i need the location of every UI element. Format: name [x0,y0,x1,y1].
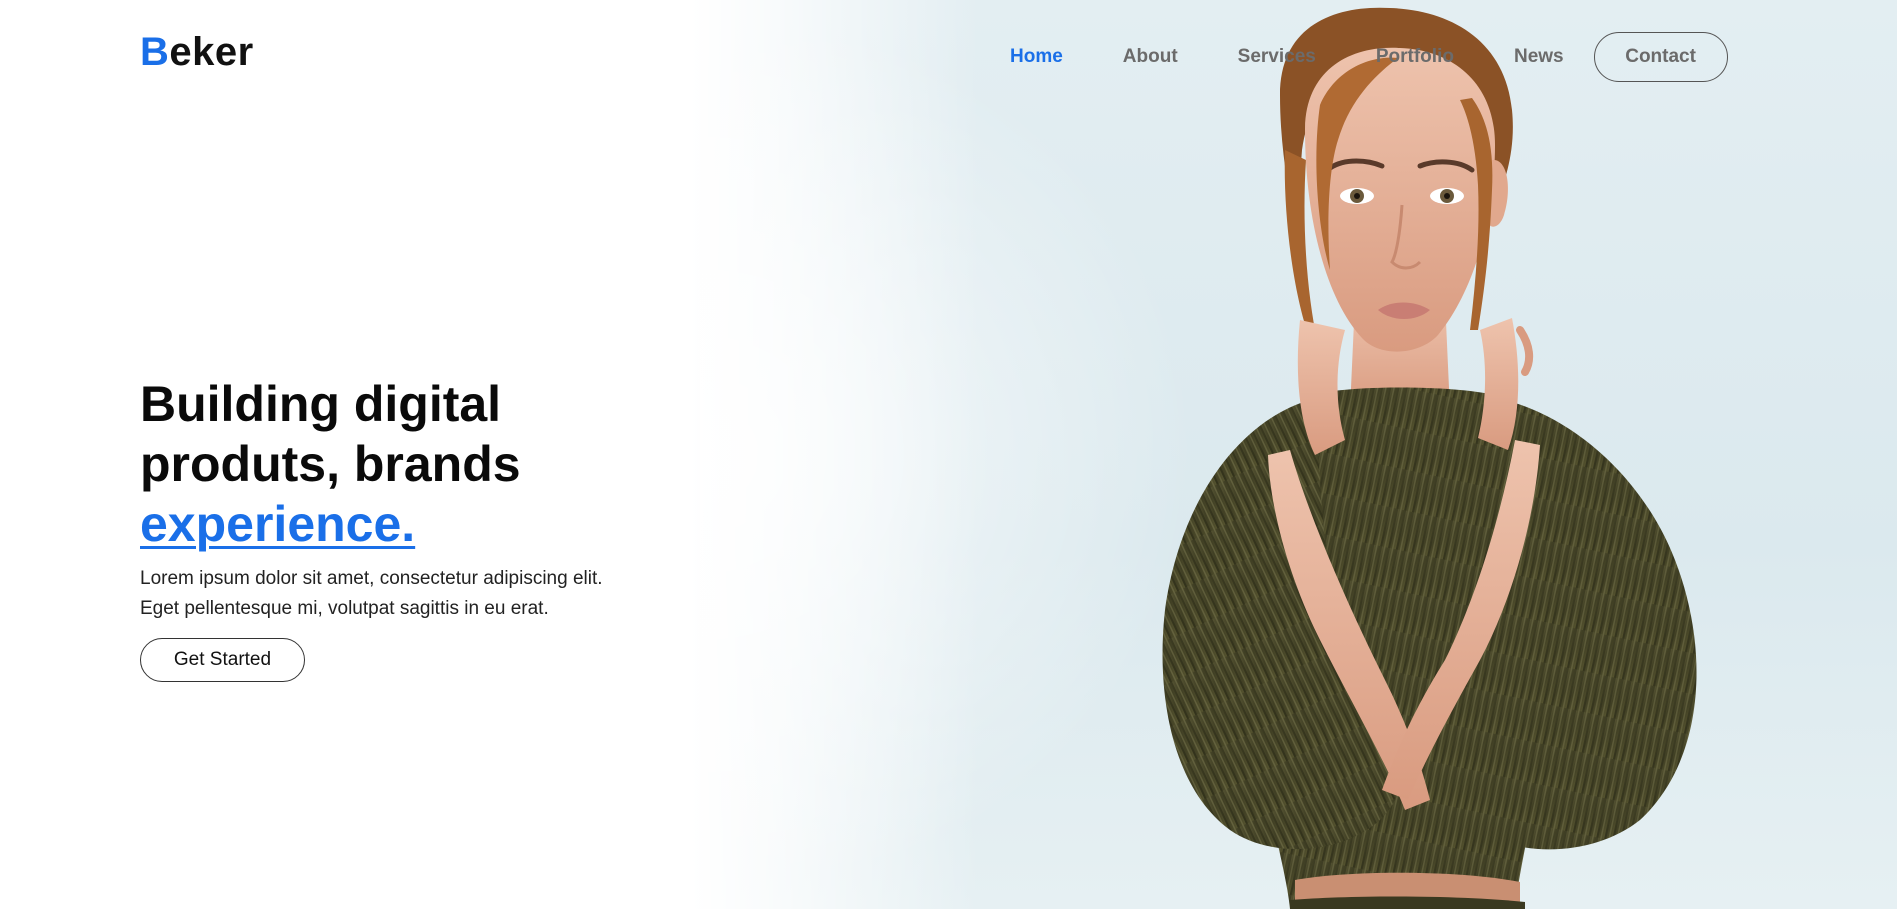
hero-title-line-1: Building digital [140,376,502,432]
nav-item-home[interactable]: Home [1010,46,1063,68]
model-photo [1162,7,1697,909]
hero-title-accent: experience. [140,496,416,552]
brand-logo[interactable]: Beker [140,30,254,74]
hero-title-line-2: produts, brands [140,436,521,492]
landing-page: Beker Home About Services Portfolio News… [0,0,1897,909]
nav-item-portfolio[interactable]: Portfolio [1376,46,1454,68]
hero-description: Lorem ipsum dolor sit amet, consectetur … [140,568,603,619]
nav-item-news[interactable]: News [1514,46,1564,68]
nav-item-about[interactable]: About [1123,46,1178,68]
nav-item-services[interactable]: Services [1238,46,1316,68]
hero-title: Building digital produts, brands experie… [140,374,521,554]
get-started-button[interactable]: Get Started [140,638,305,682]
logo-initial: B [140,30,170,74]
contact-button[interactable]: Contact [1593,32,1728,82]
logo-text: eker [169,30,254,74]
main-nav: Home About Services Portfolio News Conta… [1010,30,1728,84]
